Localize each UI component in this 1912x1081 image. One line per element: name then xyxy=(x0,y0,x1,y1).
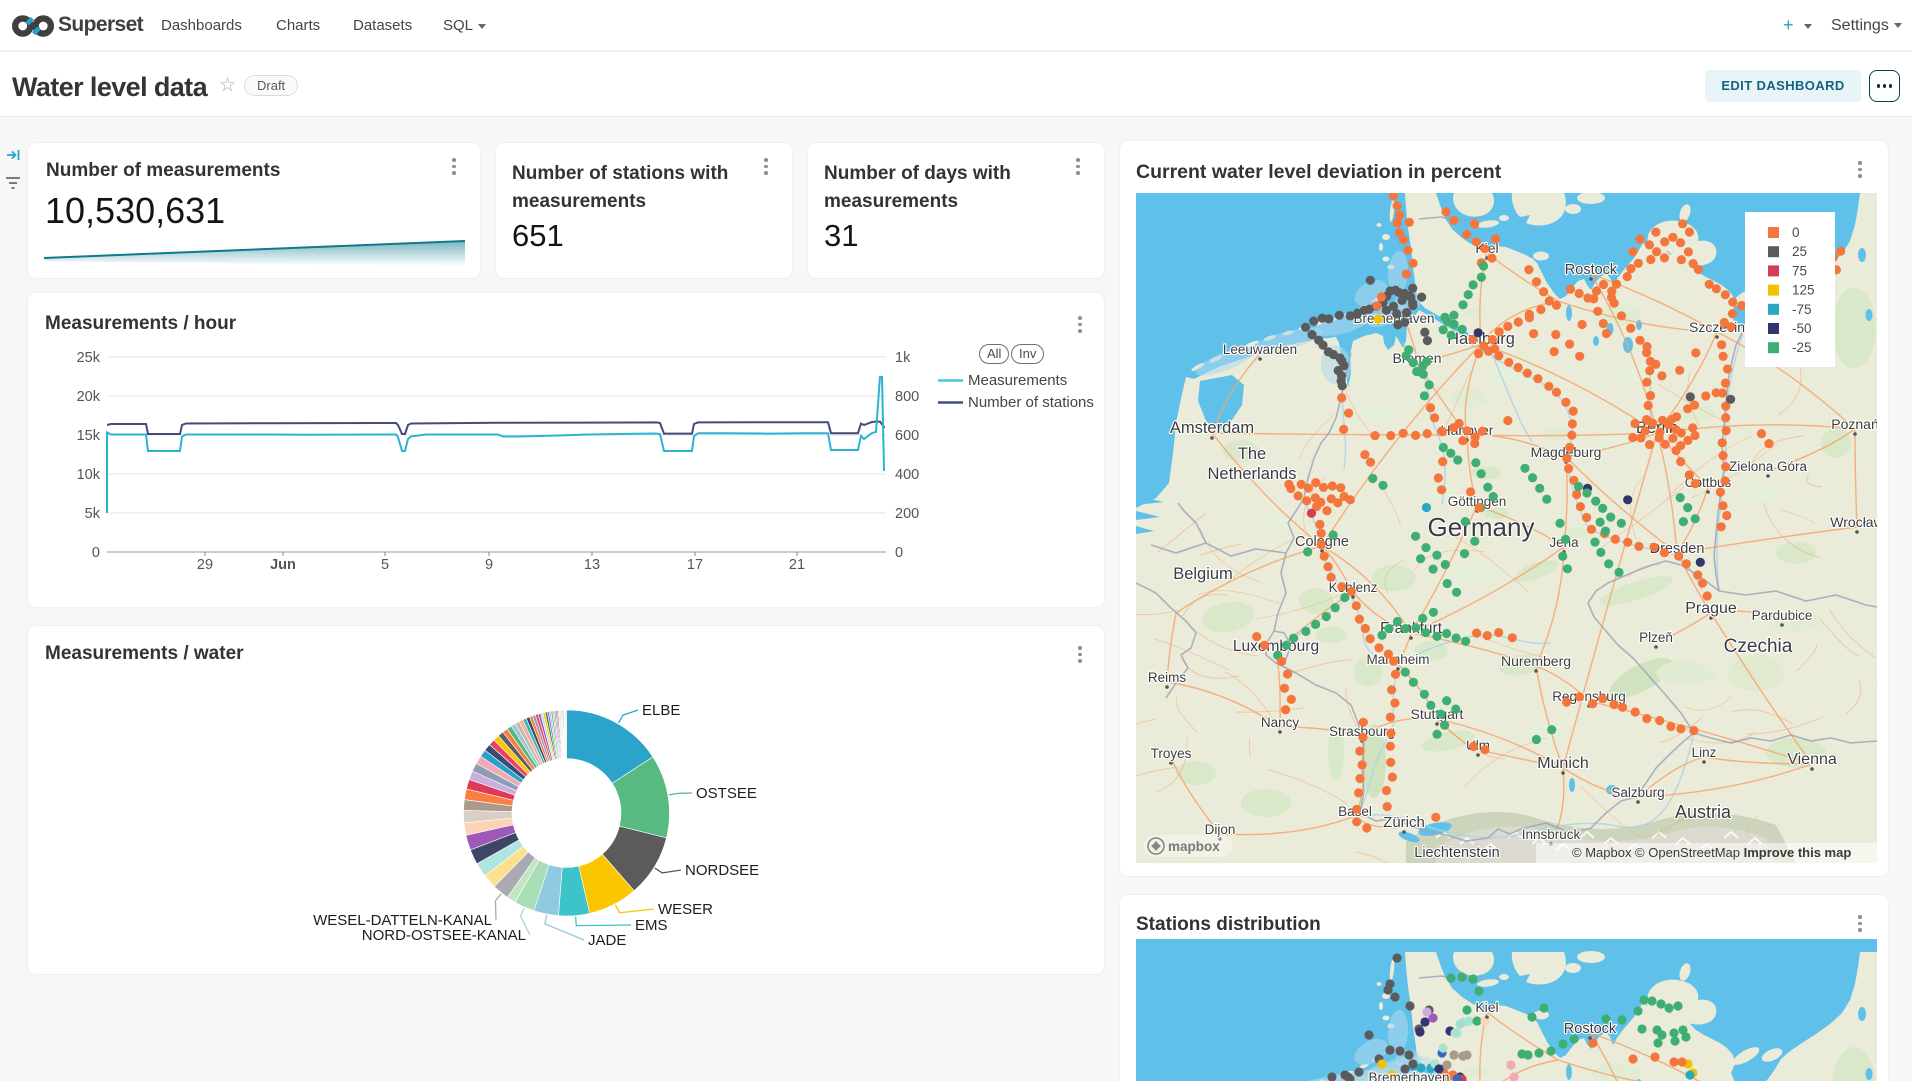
svg-text:600: 600 xyxy=(895,428,919,444)
svg-text:25k: 25k xyxy=(77,350,101,366)
svg-text:Salzburg: Salzburg xyxy=(1611,785,1664,800)
svg-text:JADE: JADE xyxy=(588,932,626,949)
svg-text:Pardubice: Pardubice xyxy=(1752,608,1813,623)
svg-text:EMS: EMS xyxy=(635,917,668,934)
svg-text:Czechia: Czechia xyxy=(1724,636,1793,657)
svg-text:© Mapbox © OpenStreetMap Impro: © Mapbox © OpenStreetMap Improve this ma… xyxy=(1572,845,1851,860)
svg-text:Zürich: Zürich xyxy=(1383,814,1425,831)
svg-text:21: 21 xyxy=(789,557,805,573)
svg-text:Belgium: Belgium xyxy=(1173,565,1233,583)
svg-text:800: 800 xyxy=(895,389,919,405)
svg-text:10k: 10k xyxy=(77,467,101,483)
svg-text:125: 125 xyxy=(1792,283,1815,298)
svg-text:Zielona Góra: Zielona Góra xyxy=(1729,459,1808,474)
svg-text:25: 25 xyxy=(1792,244,1807,259)
svg-text:Troyes: Troyes xyxy=(1151,746,1192,761)
svg-text:Netherlands: Netherlands xyxy=(1208,465,1297,483)
svg-text:Prague: Prague xyxy=(1685,600,1737,617)
svg-text:5k: 5k xyxy=(85,506,101,522)
svg-text:Plzeň: Plzeň xyxy=(1639,630,1673,645)
svg-text:Rostock: Rostock xyxy=(1565,262,1618,278)
svg-text:OSTSEE: OSTSEE xyxy=(696,785,757,802)
svg-text:Linz: Linz xyxy=(1692,745,1717,760)
svg-text:Austria: Austria xyxy=(1675,802,1732,822)
svg-text:75: 75 xyxy=(1792,263,1807,278)
svg-text:Rostock: Rostock xyxy=(1564,1021,1617,1037)
svg-text:Kiel: Kiel xyxy=(1475,999,1498,1015)
svg-text:Poznań: Poznań xyxy=(1831,416,1877,432)
svg-text:Nancy: Nancy xyxy=(1261,715,1300,730)
svg-text:5: 5 xyxy=(381,557,389,573)
svg-text:17: 17 xyxy=(687,557,703,573)
svg-text:13: 13 xyxy=(584,557,600,573)
svg-text:1k: 1k xyxy=(895,350,911,366)
svg-text:Vienna: Vienna xyxy=(1787,751,1837,768)
svg-text:mapbox: mapbox xyxy=(1168,839,1220,854)
svg-text:Leeuwarden: Leeuwarden xyxy=(1223,342,1297,357)
svg-text:Munich: Munich xyxy=(1537,755,1589,772)
svg-text:Germany: Germany xyxy=(1428,512,1535,542)
svg-text:-25: -25 xyxy=(1792,340,1812,355)
svg-text:Dijon: Dijon xyxy=(1205,822,1236,837)
svg-text:29: 29 xyxy=(197,557,213,573)
svg-text:WESER: WESER xyxy=(658,901,713,918)
svg-text:Reims: Reims xyxy=(1148,670,1187,685)
svg-text:0: 0 xyxy=(1792,225,1800,240)
svg-text:200: 200 xyxy=(895,506,919,522)
svg-text:0: 0 xyxy=(895,545,903,561)
svg-text:Wrocław: Wrocław xyxy=(1830,514,1877,530)
svg-text:Bremerhaven: Bremerhaven xyxy=(1368,1070,1449,1081)
svg-text:Szczecin: Szczecin xyxy=(1689,319,1745,335)
svg-text:20k: 20k xyxy=(77,389,101,405)
svg-text:Innsbruck: Innsbruck xyxy=(1522,827,1581,842)
svg-text:Mannheim: Mannheim xyxy=(1366,652,1429,667)
svg-text:15k: 15k xyxy=(77,428,101,444)
svg-text:-50: -50 xyxy=(1792,321,1812,336)
svg-text:Liechtenstein: Liechtenstein xyxy=(1414,845,1499,861)
svg-text:Nuremberg: Nuremberg xyxy=(1501,653,1571,669)
svg-text:400: 400 xyxy=(895,467,919,483)
svg-text:Amsterdam: Amsterdam xyxy=(1170,419,1254,437)
svg-text:9: 9 xyxy=(485,557,493,573)
svg-text:Jun: Jun xyxy=(270,557,296,573)
svg-text:WESEL-DATTELN-KANAL: WESEL-DATTELN-KANAL xyxy=(313,912,492,929)
svg-text:NORD-OSTSEE-KANAL: NORD-OSTSEE-KANAL xyxy=(362,927,526,944)
svg-text:The: The xyxy=(1238,445,1266,463)
svg-text:-75: -75 xyxy=(1792,302,1812,317)
svg-text:NORDSEE: NORDSEE xyxy=(685,862,759,879)
svg-text:ELBE: ELBE xyxy=(642,702,680,719)
svg-text:0: 0 xyxy=(92,545,100,561)
